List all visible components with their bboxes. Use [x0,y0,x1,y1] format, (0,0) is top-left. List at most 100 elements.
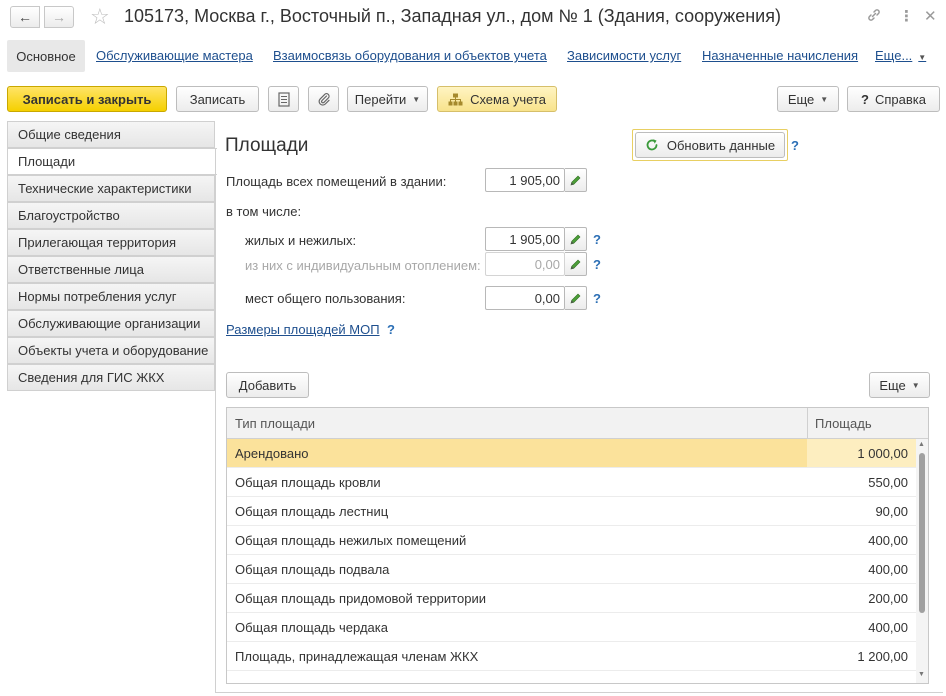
star-icon[interactable]: ☆ [90,4,110,30]
top-navigation: Основное Обслуживающие мастера Взаимосвя… [0,40,946,72]
row-area: 200,00 [868,591,908,606]
table-more-button[interactable]: Еще ▼ [869,372,930,398]
table-more-label: Еще [879,377,906,393]
add-button[interactable]: Добавить [226,372,309,398]
row-type: Площадь, принадлежащая членам ЖКХ [235,649,479,664]
pencil-icon [570,175,581,185]
sidebar-item-general[interactable]: Общие сведения [7,121,215,148]
table-row[interactable]: Общая площадь придомовой территории 200,… [227,584,916,613]
table-row[interactable]: Арендовано 1 000,00 [227,439,916,468]
document-button[interactable] [268,86,299,112]
table-row[interactable]: Общая площадь кровли 550,00 [227,468,916,497]
page-title: Площади [225,135,309,156]
individual-heating-field: 0,00 [485,252,565,276]
goto-label: Перейти [354,91,407,107]
tab-main[interactable]: Основное [7,40,85,72]
row-type: Арендовано [235,446,309,461]
more-label: Еще [787,91,815,107]
sidebar-item-organizations[interactable]: Обслуживающие организации [7,310,215,337]
table-body: Арендовано 1 000,00 Общая площадь кровли… [227,439,916,671]
scroll-down-icon[interactable]: ▼ [918,671,925,678]
table-row[interactable]: Общая площадь подвала 400,00 [227,555,916,584]
paperclip-icon [318,93,330,106]
sidebar-item-norms[interactable]: Нормы потребления услуг [7,283,215,310]
individual-heating-edit-button[interactable] [565,252,587,276]
residential-help-icon[interactable]: ? [593,232,601,247]
column-separator [807,408,808,439]
row-area: 1 000,00 [857,446,908,461]
link-service-masters[interactable]: Обслуживающие мастера [96,48,253,63]
sidebar-item-technical[interactable]: Технические характеристики [7,175,215,202]
sidebar-item-improvement[interactable]: Благоустройство [7,202,215,229]
link-icon[interactable] [866,7,882,27]
help-label: Справка [874,91,926,107]
total-area-edit-button[interactable] [565,168,587,192]
individual-heating-label: из них с индивидуальным отоплением: [245,258,481,273]
scrollbar-thumb[interactable] [919,453,925,613]
scroll-up-icon[interactable]: ▲ [918,441,925,448]
total-area-field[interactable]: 1 905,00 [485,168,565,192]
row-type: Общая площадь кровли [235,475,381,490]
help-button[interactable]: ? Справка [847,86,940,112]
caret-down-icon: ▼ [911,380,920,390]
forward-button[interactable]: → [44,6,74,28]
common-use-edit-button[interactable] [565,286,587,310]
areas-table: Тип площади Площадь Арендовано 1 000,00 … [226,407,929,684]
goto-button[interactable]: Перейти ▼ [347,86,428,112]
sidebar-item-equipment[interactable]: Объекты учета и оборудование [7,337,215,364]
schema-button[interactable]: Схема учета [437,86,557,112]
refresh-icon [646,139,658,151]
column-header-area[interactable]: Площадь [815,408,872,439]
table-row[interactable]: Общая площадь чердака 400,00 [227,613,916,642]
link-equipment-relation[interactable]: Взаимосвязь оборудования и объектов учет… [273,48,547,63]
individual-heating-help-icon[interactable]: ? [593,257,601,272]
sidebar-item-gis[interactable]: Сведения для ГИС ЖКХ [7,364,215,391]
link-assigned-charges[interactable]: Назначенные начисления [702,48,858,63]
common-use-label: мест общего пользования: [245,291,406,306]
refresh-button[interactable]: Обновить данные [635,132,785,158]
caret-down-icon: ▼ [918,53,927,62]
back-button[interactable]: ← [10,6,40,28]
refresh-label: Обновить данные [666,137,776,153]
close-icon[interactable]: ✕ [924,7,937,25]
caret-down-icon: ▼ [412,94,421,104]
refresh-focus-frame: Обновить данные [632,129,788,161]
mop-sizes-link[interactable]: Размеры площадей МОП [226,322,380,337]
common-use-help-icon[interactable]: ? [593,291,601,306]
row-area: 90,00 [875,504,908,519]
content-border-left [215,148,216,693]
arrow-right-icon: → [52,9,66,25]
row-area: 550,00 [868,475,908,490]
more-vertical-icon[interactable]: ⋮ [899,7,914,25]
pencil-icon [570,234,581,244]
common-use-field[interactable]: 0,00 [485,286,565,310]
row-type: Общая площадь подвала [235,562,390,577]
pencil-icon [570,259,581,269]
document-list-icon [277,91,290,107]
including-label: в том числе: [226,204,302,219]
mop-help-icon[interactable]: ? [387,322,395,337]
link-more[interactable]: Еще... ▼ [875,48,926,63]
residential-edit-button[interactable] [565,227,587,251]
sidebar-item-territory[interactable]: Прилегающая территория [7,229,215,256]
vertical-scrollbar[interactable]: ▲ ▼ [916,439,928,683]
attach-button[interactable] [308,86,339,112]
sidebar-item-responsible[interactable]: Ответственные лица [7,256,215,283]
sidebar-item-areas[interactable]: Площади [7,148,217,175]
table-header: Тип площади Площадь [227,408,928,439]
residential-label: жилых и нежилых: [245,233,357,248]
table-row[interactable]: Общая площадь нежилых помещений 400,00 [227,526,916,555]
residential-field[interactable]: 1 905,00 [485,227,565,251]
link-service-dependencies[interactable]: Зависимости услуг [567,48,681,63]
save-button[interactable]: Записать [176,86,259,112]
column-header-type[interactable]: Тип площади [235,408,315,439]
table-row[interactable]: Общая площадь лестниц 90,00 [227,497,916,526]
caret-down-icon: ▼ [820,94,829,104]
save-close-button[interactable]: Записать и закрыть [7,86,167,112]
table-row[interactable]: Площадь, принадлежащая членам ЖКХ 1 200,… [227,642,916,671]
schema-label: Схема учета [470,91,546,107]
more-button[interactable]: Еще ▼ [777,86,839,112]
window-title: 105173, Москва г., Восточный п., Западна… [124,6,781,26]
refresh-help-icon[interactable]: ? [791,138,799,153]
row-area: 400,00 [868,562,908,577]
